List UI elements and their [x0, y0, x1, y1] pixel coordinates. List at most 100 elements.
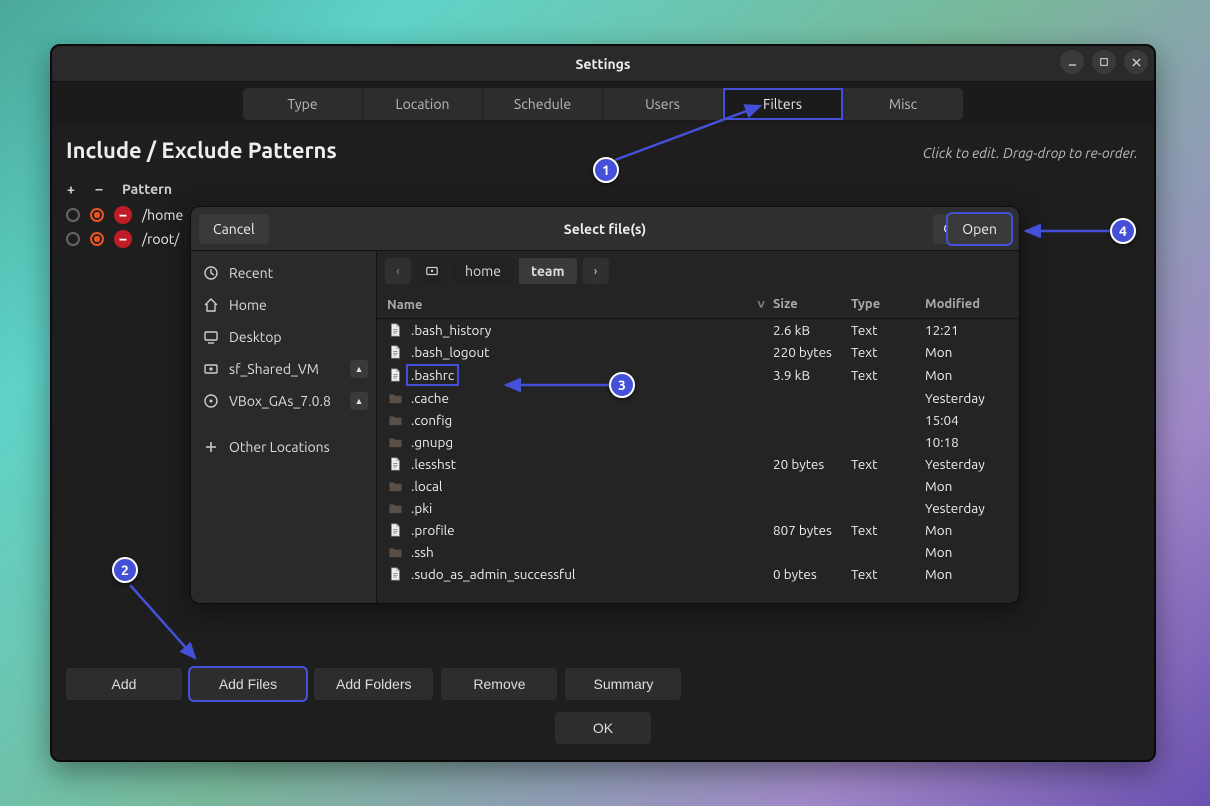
file-modified: Yesterday: [925, 456, 1009, 472]
remove-button[interactable]: Remove: [441, 668, 557, 700]
file-modified: Mon: [925, 544, 1009, 560]
place-label: Desktop: [229, 329, 282, 345]
tab-filters[interactable]: Filters: [723, 88, 843, 120]
place-sf-shared[interactable]: sf_Shared_VM ▲: [191, 353, 376, 385]
place-label: VBox_GAs_7.0.8: [229, 393, 331, 409]
minimize-button[interactable]: [1060, 50, 1084, 74]
file-type: Text: [851, 344, 925, 360]
add-files-button[interactable]: Add Files: [190, 668, 306, 700]
file-modified: Yesterday: [925, 390, 1009, 406]
include-radio[interactable]: [66, 232, 80, 246]
annotation-2: 2: [112, 557, 138, 583]
annotation-1: 1: [593, 157, 619, 183]
close-button[interactable]: [1124, 50, 1148, 74]
action-bar: Add Add Files Add Folders Remove Summary: [66, 668, 1140, 700]
breadcrumb-root[interactable]: [417, 258, 447, 284]
folder-icon: [387, 412, 403, 428]
tab-schedule[interactable]: Schedule: [483, 88, 603, 120]
nav-back-button[interactable]: ‹: [385, 258, 411, 284]
place-recent[interactable]: Recent: [191, 257, 376, 289]
file-modified: Mon: [925, 367, 1009, 383]
nav-forward-button[interactable]: ›: [583, 258, 609, 284]
file-chooser-dialog: Cancel Select file(s) Open Recent Home D…: [190, 206, 1020, 604]
file-row[interactable]: .pki Yesterday: [377, 497, 1019, 519]
file-row[interactable]: .gnupg 10:18: [377, 431, 1019, 453]
place-other-locations[interactable]: Other Locations: [191, 431, 376, 463]
file-name: .sudo_as_admin_successful: [411, 566, 575, 582]
cancel-button[interactable]: Cancel: [199, 214, 269, 244]
file-row[interactable]: .localMon: [377, 475, 1019, 497]
place-home[interactable]: Home: [191, 289, 376, 321]
ok-button[interactable]: OK: [555, 712, 651, 744]
tab-type[interactable]: Type: [243, 88, 363, 120]
tab-misc[interactable]: Misc: [843, 88, 963, 120]
place-label: Recent: [229, 265, 273, 281]
annotation-4: 4: [1110, 218, 1136, 244]
place-desktop[interactable]: Desktop: [191, 321, 376, 353]
file-row[interactable]: .profile807 bytesTextMon: [377, 519, 1019, 541]
file-icon: [387, 456, 403, 472]
tab-users[interactable]: Users: [603, 88, 723, 120]
exclude-radio[interactable]: [90, 208, 104, 222]
path-bar: ‹ home team ›: [377, 251, 1019, 291]
place-label: Home: [229, 297, 267, 313]
eject-icon[interactable]: ▲: [350, 360, 368, 378]
dialog-header: Cancel Select file(s) Open: [191, 207, 1019, 251]
file-name: .pki: [411, 500, 432, 516]
col-size[interactable]: Size: [773, 297, 851, 312]
tab-location[interactable]: Location: [363, 88, 483, 120]
file-area: ‹ home team › Name ˅ Size Type Modified …: [377, 251, 1019, 603]
file-row[interactable]: .bash_logout 220 bytesTextMon: [377, 341, 1019, 363]
add-button[interactable]: Add: [66, 668, 182, 700]
folder-icon: [387, 478, 403, 494]
file-type: Text: [851, 456, 925, 472]
folder-icon: [387, 390, 403, 406]
file-row[interactable]: .bash_history2.6 kBText12:21: [377, 319, 1019, 341]
file-icon: [387, 367, 403, 383]
window-title: Settings: [575, 56, 630, 72]
file-modified: Mon: [925, 344, 1009, 360]
section-hint: Click to edit. Drag-drop to re-order.: [923, 145, 1138, 161]
summary-button[interactable]: Summary: [565, 668, 681, 700]
open-button[interactable]: Open: [948, 214, 1011, 244]
include-radio[interactable]: [66, 208, 80, 222]
col-type[interactable]: Type: [851, 297, 925, 312]
file-name: .bash_logout: [411, 344, 489, 360]
file-row[interactable]: .lesshst20 bytesTextYesterday: [377, 453, 1019, 475]
file-row[interactable]: .bashrc3.9 kBTextMon: [377, 363, 1019, 387]
file-size: 220 bytes: [773, 344, 851, 360]
exclude-icon: –: [114, 206, 132, 224]
breadcrumb-home[interactable]: home: [453, 258, 513, 284]
place-vbox-gas[interactable]: VBox_GAs_7.0.8 ▲: [191, 385, 376, 417]
file-icon: [387, 344, 403, 360]
file-name: .profile: [411, 522, 455, 538]
file-row[interactable]: .cacheYesterday: [377, 387, 1019, 409]
place-label: sf_Shared_VM: [229, 361, 319, 377]
file-size: 2.6 kB: [773, 322, 851, 338]
file-size: 3.9 kB: [773, 367, 851, 383]
dialog-title: Select file(s): [564, 221, 646, 237]
maximize-button[interactable]: [1092, 50, 1116, 74]
eject-icon[interactable]: ▲: [350, 392, 368, 410]
file-modified: Yesterday: [925, 500, 1009, 516]
file-name: .local: [411, 478, 442, 494]
section-heading: Include / Exclude Patterns: [66, 138, 337, 163]
file-row[interactable]: .config15:04: [377, 409, 1019, 431]
file-size: 20 bytes: [773, 456, 851, 472]
places-sidebar: Recent Home Desktop sf_Shared_VM ▲ VBox_…: [191, 251, 377, 603]
col-name[interactable]: Name ˅: [387, 297, 773, 312]
file-modified: Mon: [925, 522, 1009, 538]
file-name: .config: [411, 412, 452, 428]
col-minus: –: [94, 181, 104, 197]
add-folders-button[interactable]: Add Folders: [314, 668, 433, 700]
file-row[interactable]: .sudo_as_admin_successful0 bytesTextMon: [377, 563, 1019, 585]
breadcrumb-team[interactable]: team: [519, 258, 577, 284]
file-modified: 10:18: [925, 434, 1009, 450]
titlebar: Settings: [52, 46, 1154, 82]
exclude-radio[interactable]: [90, 232, 104, 246]
file-modified: Mon: [925, 566, 1009, 582]
file-row[interactable]: .sshMon: [377, 541, 1019, 563]
file-name: .gnupg: [411, 434, 453, 450]
col-modified[interactable]: Modified: [925, 297, 1009, 312]
pattern-path: /root/: [142, 231, 179, 247]
